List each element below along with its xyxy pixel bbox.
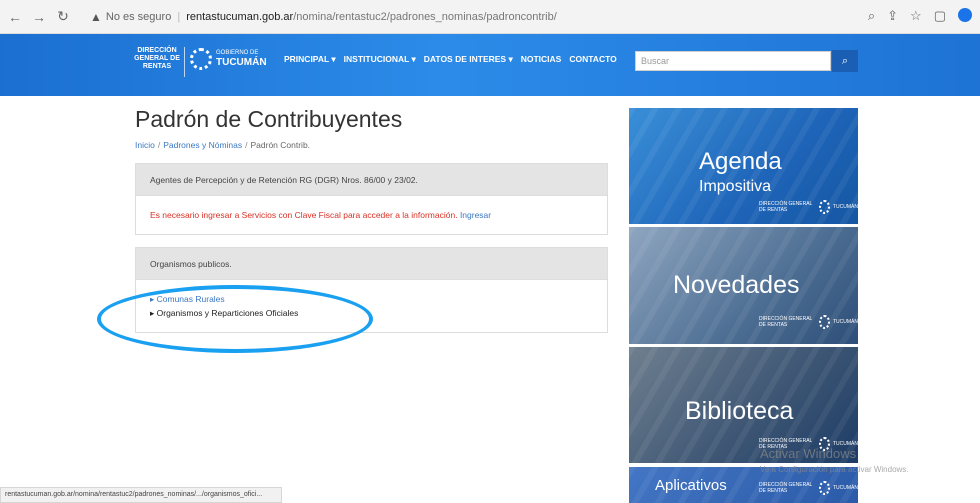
tile-logo-gob: TUCUMÁN xyxy=(833,485,858,491)
gobierno-logo[interactable]: GOBIERNO DE TUCUMÁN xyxy=(190,48,267,70)
breadcrumb-padrones[interactable]: Padrones y Nóminas xyxy=(163,140,242,150)
url-host: rentastucuman.gob.ar xyxy=(186,11,294,23)
breadcrumb-separator: / xyxy=(245,140,248,150)
gobierno-logo-big: TUCUMÁN xyxy=(216,57,267,68)
insecure-label: No es seguro xyxy=(105,11,172,23)
tile-logo-dgr: DIRECCIÓN GENERAL DE RENTAS xyxy=(759,201,813,213)
sun-emblem-icon xyxy=(819,200,830,214)
breadcrumb-inicio[interactable]: Inicio xyxy=(135,140,155,150)
agentes-panel-body: Es necesario ingresar a Servicios con Cl… xyxy=(136,196,607,230)
sun-emblem-icon xyxy=(819,481,830,495)
tile-logo: DIRECCIÓN GENERAL DE RENTAS TUCUMÁN xyxy=(759,481,858,495)
breadcrumb: Inicio / Padrones y Nóminas / Padrón Contrib… xyxy=(135,140,310,150)
organismos-panel-header: Organismos publicos. xyxy=(136,248,607,280)
breadcrumb-current: Padrón Contrib. xyxy=(250,140,311,150)
menu-noticias[interactable]: NOTICIAS xyxy=(521,54,562,65)
agenda-impositiva-tile[interactable]: Agenda Impositiva DIRECCIÓN GENERAL DE R… xyxy=(629,108,858,224)
search-icon: ⌕ xyxy=(841,54,849,67)
novedades-title: Novedades xyxy=(673,271,800,299)
share-icon[interactable]: ⇪ xyxy=(887,8,898,24)
address-bar[interactable]: ▲ No es seguro | rentastucuman.gob.ar /n… xyxy=(90,6,890,28)
address-separator: | xyxy=(177,11,181,23)
tile-logo: DIRECCIÓN GENERAL DE RENTAS TUCUMÁN xyxy=(759,315,858,329)
search-button[interactable]: ⌕ xyxy=(832,50,858,72)
ingresar-link[interactable]: Ingresar xyxy=(460,210,491,220)
forward-icon[interactable]: → xyxy=(30,8,48,26)
browser-toolbar: ← → ↻ ▲ No es seguro | rentastucuman.gob… xyxy=(0,0,980,34)
breadcrumb-separator: / xyxy=(157,140,161,150)
novedades-tile[interactable]: Novedades DIRECCIÓN GENERAL DE RENTAS TU… xyxy=(629,227,858,344)
back-icon[interactable]: ← xyxy=(6,8,24,26)
page-title: Padrón de Contribuyentes xyxy=(135,106,403,132)
tile-logo: DIRECCIÓN GENERAL DE RENTAS TUCUMÁN xyxy=(759,200,858,214)
status-bar-url: rentastucuman.gob.ar/nomina/rentastuc2/p… xyxy=(0,487,282,503)
sun-emblem-icon xyxy=(819,315,830,329)
tile-logo-dgr: DIRECCIÓN GENERAL DE RENTAS xyxy=(759,316,813,328)
url-path: /nomina/rentastuc2/padrones_nominas/padr… xyxy=(293,11,557,23)
site-header: DIRECCIÓN GENERAL DE RENTAS GOBIERNO DE … xyxy=(0,34,980,96)
biblioteca-title: Biblioteca xyxy=(685,397,794,425)
agentes-panel: Agentes de Percepción y de Retención RG … xyxy=(135,163,608,235)
gobierno-logo-small: GOBIERNO DE xyxy=(216,50,259,56)
tile-logo-dgr: DIRECCIÓN GENERAL DE RENTAS xyxy=(759,482,813,494)
login-required-message: Es necesario ingresar a Servicios con Cl… xyxy=(150,210,458,220)
bookmark-star-icon[interactable]: ☆ xyxy=(910,8,922,24)
agentes-panel-header: Agentes de Percepción y de Retención RG … xyxy=(136,164,607,196)
search-input[interactable]: Buscar xyxy=(635,51,831,71)
tab-icon[interactable]: ▢ xyxy=(934,8,946,24)
windows-activation-hint: Ve a Configuración para activar Windows. xyxy=(760,465,909,474)
zoom-icon[interactable]: ⌕ xyxy=(868,8,875,24)
reload-icon[interactable]: ↻ xyxy=(54,8,72,26)
tile-logo-gob: TUCUMÁN xyxy=(833,204,858,210)
warning-icon: ▲ xyxy=(90,10,102,24)
browser-actions: ⌕ ⇪ ☆ ▢ xyxy=(868,8,972,24)
windows-activation-watermark: Activar Windows xyxy=(760,446,857,461)
agenda-title: Agenda xyxy=(699,148,782,175)
dgr-logo[interactable]: DIRECCIÓN GENERAL DE RENTAS xyxy=(134,47,180,71)
sun-emblem-icon xyxy=(190,48,212,70)
menu-datos-de-interes[interactable]: DATOS DE INTERES ▾ xyxy=(424,54,513,65)
menu-contacto[interactable]: CONTACTO xyxy=(569,54,616,65)
menu-principal[interactable]: PRINCIPAL ▾ xyxy=(284,54,336,65)
main-menu: PRINCIPAL ▾ INSTITUCIONAL ▾ DATOS DE INT… xyxy=(284,54,617,65)
highlight-circle xyxy=(97,285,373,353)
tile-logo-gob: TUCUMÁN xyxy=(833,319,858,325)
gobierno-logo-text: GOBIERNO DE TUCUMÁN xyxy=(216,50,267,68)
logo-divider xyxy=(184,47,185,77)
profile-avatar[interactable] xyxy=(958,8,972,22)
menu-institucional[interactable]: INSTITUCIONAL ▾ xyxy=(344,54,416,65)
aplicativos-title: Aplicativos xyxy=(655,477,727,494)
agenda-subtitle: Impositiva xyxy=(699,178,772,195)
